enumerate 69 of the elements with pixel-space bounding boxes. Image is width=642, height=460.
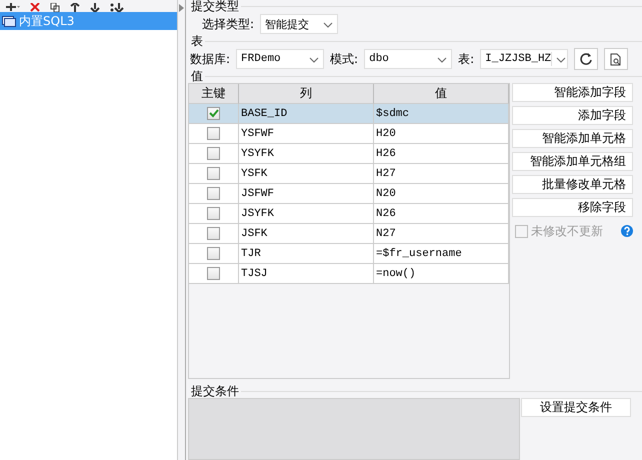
checkbox-label: 未修改不更新	[531, 222, 603, 240]
plus-icon[interactable]	[6, 3, 20, 12]
checkbox[interactable]	[207, 187, 220, 200]
checkbox[interactable]	[207, 227, 220, 240]
table-icon	[2, 16, 16, 26]
table-cell: JSFWF	[239, 184, 374, 204]
action-button[interactable]: 智能添加单元格组	[512, 152, 633, 171]
delete-icon[interactable]	[30, 3, 40, 12]
field-label: 数据库:	[190, 50, 230, 68]
chevron-down-icon	[556, 57, 566, 63]
action-button[interactable]: 批量修改单元格	[512, 175, 633, 194]
field-label: 模式:	[330, 50, 358, 68]
table-cell: TJR	[239, 244, 374, 264]
table-cell: H27	[374, 164, 509, 184]
database-dropdown[interactable]: FRDemo	[236, 49, 324, 69]
field-label: 表:	[458, 50, 474, 68]
table-cell: N27	[374, 224, 509, 244]
document-search-icon	[610, 52, 622, 66]
checkbox[interactable]	[207, 207, 220, 220]
table-cell: YSFK	[239, 164, 374, 184]
action-button[interactable]: 移除字段	[512, 198, 633, 217]
table-cell: N20	[374, 184, 509, 204]
copy-icon[interactable]	[50, 3, 60, 12]
action-button[interactable]: 添加字段	[512, 106, 633, 125]
refresh-icon	[580, 53, 592, 65]
checkbox[interactable]	[207, 247, 220, 260]
checkbox[interactable]	[207, 147, 220, 160]
table-cell: YSYFK	[239, 144, 374, 164]
table-cell: $sdmc	[374, 104, 509, 124]
triangle-right-icon	[179, 4, 184, 12]
table-cell: JSYFK	[239, 204, 374, 224]
table-dropdown[interactable]: I_JZJSB_HZ	[480, 49, 568, 69]
table-cell: BASE_ID	[239, 104, 374, 124]
set-condition-button[interactable]: 设置提交条件	[521, 398, 631, 417]
checkbox[interactable]	[207, 107, 220, 120]
chevron-down-icon	[323, 22, 334, 28]
action-button[interactable]: 智能添加字段	[512, 83, 633, 102]
sort-icon[interactable]	[110, 3, 124, 12]
checkbox[interactable]	[207, 127, 220, 140]
column-header: 值	[374, 84, 509, 104]
section-legend: 值	[188, 70, 203, 83]
help-icon[interactable]	[621, 225, 633, 237]
table-cell: JSFK	[239, 224, 374, 244]
checkbox[interactable]	[515, 224, 528, 238]
arrow-down-icon[interactable]	[90, 3, 100, 12]
table-cell: =$fr_username	[374, 244, 509, 264]
field-label: 选择类型:	[202, 16, 254, 32]
table-cell: N26	[374, 204, 509, 224]
section-legend: 提交条件	[188, 385, 239, 398]
schema-dropdown[interactable]: dbo	[364, 49, 452, 69]
table-cell: TJSJ	[239, 264, 374, 284]
section-legend: 表	[188, 35, 203, 48]
column-header: 列	[239, 84, 374, 104]
chevron-down-icon	[309, 57, 320, 63]
splitter[interactable]	[178, 0, 186, 460]
submit-type-dropdown[interactable]: 智能提交	[260, 14, 338, 34]
refresh-button[interactable]	[574, 48, 598, 70]
action-button[interactable]: 智能添加单元格	[512, 129, 633, 148]
preview-button[interactable]	[604, 48, 628, 70]
table-cell: H26	[374, 144, 509, 164]
table-cell: =now()	[374, 264, 509, 284]
section-legend: 提交类型	[188, 0, 239, 13]
table-cell: YSFWF	[239, 124, 374, 144]
table-cell: H20	[374, 124, 509, 144]
chevron-down-icon	[437, 57, 448, 63]
checkbox[interactable]	[207, 267, 220, 280]
checkbox[interactable]	[207, 167, 220, 180]
arrow-up-icon[interactable]	[70, 3, 80, 12]
column-header: 主键	[189, 84, 239, 104]
